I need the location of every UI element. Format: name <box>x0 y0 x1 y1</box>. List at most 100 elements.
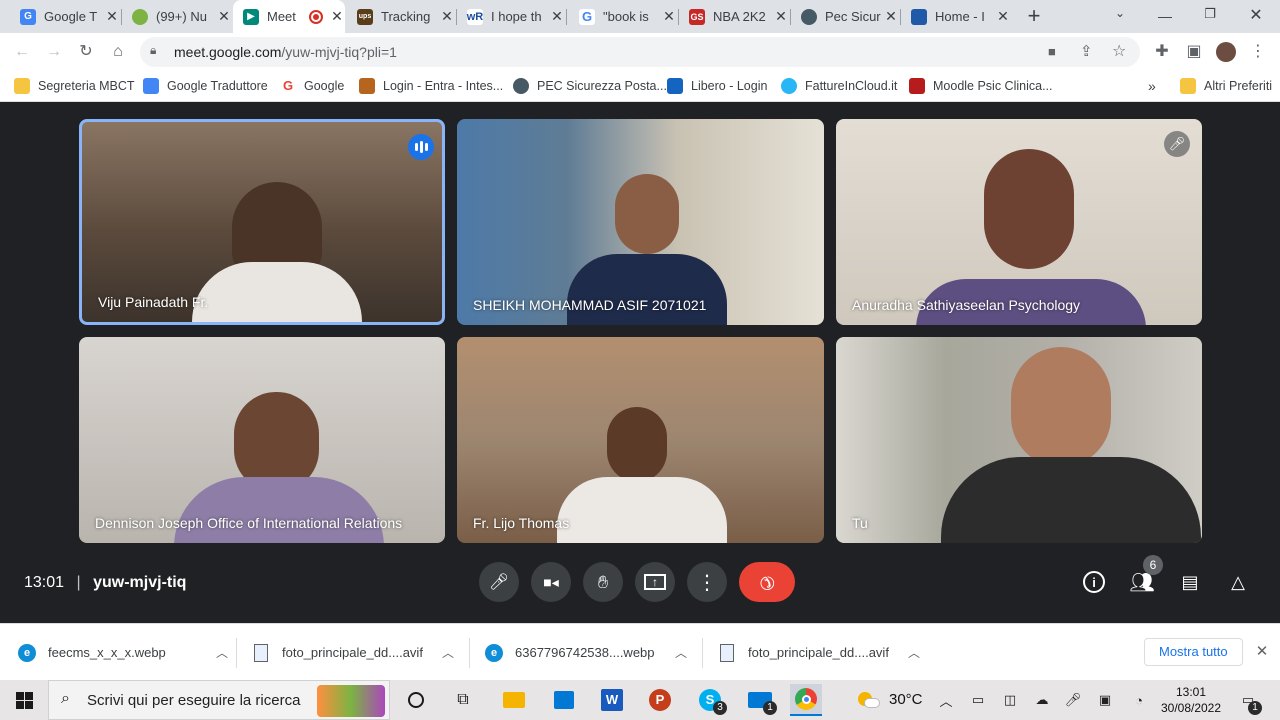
bookmark-item[interactable]: Libero - Login <box>667 76 767 96</box>
bookmark-item[interactable]: Moodle Psic Clinica... <box>909 76 1053 96</box>
browser-tab-notifications[interactable]: (99+) Nu ✕ <box>122 0 232 33</box>
microphone-tray-icon[interactable]: 🎤︎ <box>1063 690 1083 710</box>
more-bookmarks-button[interactable]: » <box>1148 76 1156 96</box>
side-panel-icon[interactable]: ▣ <box>1184 42 1204 62</box>
weather-temperature[interactable]: 30°C <box>889 691 923 708</box>
microphone-button[interactable]: 🎤︎ <box>479 562 519 602</box>
participant-tile[interactable]: Dennison Joseph Office of International … <box>79 337 445 543</box>
show-all-downloads-button[interactable]: Mostra tutto <box>1144 638 1243 666</box>
leave-call-button[interactable]: ✆ <box>739 562 795 602</box>
download-item[interactable]: e feecms_x_x_x.webp ︿ <box>18 624 228 681</box>
chrome-button[interactable] <box>790 684 822 716</box>
weather-icon[interactable] <box>858 690 880 710</box>
back-icon[interactable]: ← <box>12 42 32 62</box>
camera-icon[interactable]: ■ <box>1048 44 1056 59</box>
browser-tab-google-search[interactable]: G "book is ✕ <box>567 0 677 33</box>
tab-title: Home - I <box>935 9 985 24</box>
close-tab-icon[interactable]: ✕ <box>329 8 345 25</box>
browser-tab-pec[interactable]: Pec Sicur ✕ <box>791 0 899 33</box>
chevron-up-icon[interactable]: ︿ <box>675 644 687 661</box>
chevron-up-icon[interactable]: ︿ <box>216 644 228 661</box>
home-icon[interactable]: ⌂ <box>108 42 128 62</box>
participant-tile[interactable]: Tu <box>836 337 1202 543</box>
start-button[interactable] <box>8 684 40 716</box>
onedrive-icon[interactable]: ☁ <box>1032 690 1052 710</box>
participant-name: Tu <box>852 515 868 531</box>
chevron-up-icon[interactable]: ︿ <box>908 644 920 661</box>
cortana-button[interactable] <box>400 684 432 716</box>
display-icon[interactable]: ▣ <box>1095 690 1115 710</box>
browser-tab-ups-tracking[interactable]: ups Tracking ✕ <box>347 0 455 33</box>
browser-tab-wordreference[interactable]: wR I hope th ✕ <box>457 0 565 33</box>
task-view-button[interactable]: ⧉ <box>447 684 479 716</box>
download-item[interactable]: foto_principale_dd....avif ︿ <box>254 624 454 681</box>
close-tab-icon[interactable]: ✕ <box>883 8 899 25</box>
download-item[interactable]: foto_principale_dd....avif ︿ <box>720 624 920 681</box>
battery-icon[interactable]: ▭ <box>968 690 988 710</box>
reload-icon[interactable]: ↻ <box>76 42 96 62</box>
close-tab-icon[interactable]: ✕ <box>104 8 120 25</box>
close-window-icon[interactable]: ✕ <box>1246 5 1266 25</box>
ups-icon: ups <box>357 8 373 25</box>
more-options-button[interactable]: ⋮ <box>687 562 727 602</box>
browser-tab-meet[interactable]: ▶ Meet ✕ <box>233 0 345 33</box>
participant-tile[interactable]: Fr. Lijo Thomas <box>457 337 824 543</box>
bookmark-item[interactable]: G Google <box>280 76 344 96</box>
video-camera-icon: ■◂ <box>543 573 559 590</box>
activities-button[interactable]: △ <box>1223 567 1253 597</box>
windows-taskbar: ⌕ Scrivi qui per eseguire la ricerca ⧉ W… <box>0 680 1280 720</box>
show-hidden-icons[interactable]: ︿ <box>936 690 956 710</box>
bookmark-item[interactable]: PEC Sicurezza Posta... <box>513 76 667 96</box>
bookmark-star-icon[interactable]: ☆ <box>1112 41 1126 61</box>
word-button[interactable]: W <box>596 684 628 716</box>
chevron-up-icon[interactable]: ︿ <box>442 644 454 661</box>
present-screen-button[interactable]: ↑ <box>635 562 675 602</box>
tab-search-icon[interactable]: ⌄ <box>1110 6 1130 26</box>
bookmark-item[interactable]: Google Traduttore <box>143 76 268 96</box>
powerpoint-button[interactable]: P <box>644 684 676 716</box>
participant-tile[interactable]: 🎤︎ Anuradha Sathiyaseelan Psychology <box>836 119 1202 325</box>
bookmark-item[interactable]: FattureInCloud.it <box>781 76 897 96</box>
camera-button[interactable]: ■◂ <box>531 562 571 602</box>
close-tab-icon[interactable]: ✕ <box>439 8 455 25</box>
menu-icon[interactable]: ⋮ <box>1248 42 1268 62</box>
other-bookmarks-folder[interactable]: Altri Preferiti <box>1180 76 1272 96</box>
raise-hand-button[interactable]: ✋︎ <box>583 562 623 602</box>
bookmark-item[interactable]: Login - Entra - Intes... <box>359 76 503 96</box>
close-tab-icon[interactable]: ✕ <box>995 8 1011 25</box>
meet-tray-icon[interactable]: ◫ <box>1000 690 1020 710</box>
mail-badge: 1 <box>763 701 777 715</box>
avatar[interactable] <box>1216 42 1236 62</box>
browser-tab-home[interactable]: Home - I ✕ <box>901 0 1011 33</box>
pec-icon <box>801 8 817 25</box>
microsoft-store-button[interactable] <box>548 684 580 716</box>
extensions-icon[interactable]: ✚ <box>1152 42 1172 62</box>
new-tab-icon[interactable]: + <box>1022 4 1046 28</box>
close-tab-icon[interactable]: ✕ <box>216 8 232 25</box>
restore-icon[interactable]: ❐ <box>1200 6 1220 26</box>
close-downloads-icon[interactable]: ✕ <box>1252 642 1272 662</box>
taskbar-search-box[interactable]: ⌕ Scrivi qui per eseguire la ricerca <box>48 680 390 720</box>
file-explorer-button[interactable] <box>498 684 530 716</box>
browser-tab-google-translate[interactable]: G Google T ✕ <box>8 0 120 33</box>
close-tab-icon[interactable]: ✕ <box>549 8 565 25</box>
participant-tile[interactable]: Viju Painadath Fr. <box>79 119 445 325</box>
meeting-details-button[interactable]: i <box>1079 567 1109 597</box>
bookmark-item[interactable]: Segreteria MBCT <box>14 76 135 96</box>
browser-tab-nba[interactable]: GS NBA 2K2 ✕ <box>679 0 789 33</box>
share-icon[interactable]: ⇪ <box>1080 42 1093 60</box>
participant-tile[interactable]: SHEIKH MOHAMMAD ASIF 2071021 <box>457 119 824 325</box>
forward-icon[interactable]: → <box>44 42 64 62</box>
close-tab-icon[interactable]: ✕ <box>773 8 789 25</box>
close-tab-icon[interactable]: ✕ <box>661 8 677 25</box>
address-bar[interactable]: 🔒︎ meet.google.com/yuw-mjvj-tiq?pli=1 ■ … <box>140 37 1140 67</box>
wifi-icon[interactable]: ◔ <box>1129 690 1149 710</box>
minimize-icon[interactable]: — <box>1155 8 1175 24</box>
download-item[interactable]: e 6367796742538....webp ︿ <box>485 624 687 681</box>
tab-title: Google T <box>44 9 98 24</box>
bookmarks-bar: Segreteria MBCT Google Traduttore G Googl… <box>0 71 1280 102</box>
pec-icon <box>513 78 529 94</box>
chat-button[interactable]: ▤ <box>1175 567 1205 597</box>
system-clock[interactable]: 13:01 30/08/2022 <box>1160 684 1222 716</box>
more-vert-icon: ⋮ <box>697 571 717 594</box>
